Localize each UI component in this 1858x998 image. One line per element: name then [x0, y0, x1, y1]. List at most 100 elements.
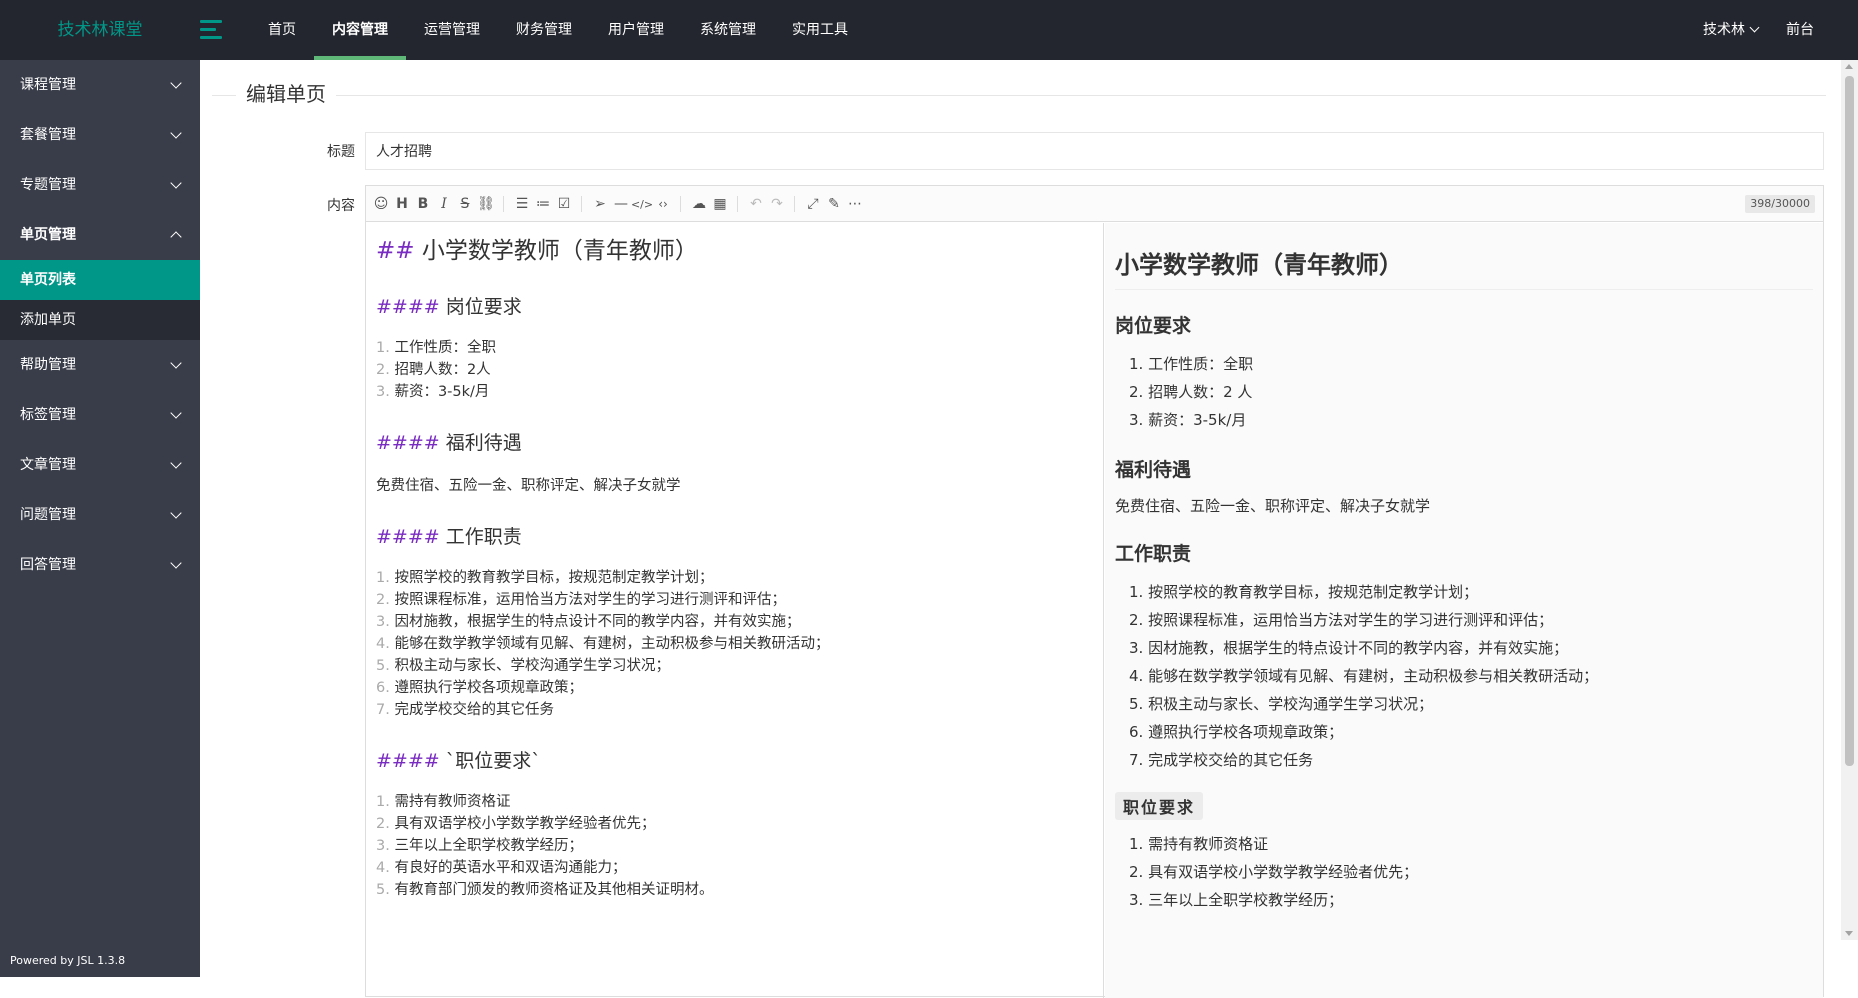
nav-home[interactable]: 首页 [250, 0, 314, 60]
scroll-down-icon[interactable] [1845, 931, 1853, 936]
list-item: 4. 有良好的英语水平和双语沟通能力； [376, 860, 627, 876]
quote-icon[interactable]: ➢ [590, 194, 610, 214]
hr-icon[interactable]: — [611, 194, 631, 214]
preview-subheading: 工作职责 [1115, 543, 1192, 565]
list-item: 5. 积极主动与家长、学校沟通学生学习状况； [376, 658, 670, 674]
bold-icon[interactable]: B [413, 194, 433, 214]
edit-icon[interactable]: ✎ [824, 194, 844, 214]
nav-system[interactable]: 系统管理 [682, 0, 774, 60]
table-icon[interactable]: ▦ [710, 194, 730, 214]
sidebar-item-label: 课程管理 [20, 77, 76, 93]
list-item: 3. 因材施教，根据学生的特点设计不同的教学内容，并有效实施； [1129, 639, 1569, 657]
brand-logo[interactable]: 技术林课堂 [0, 0, 200, 60]
nav-content[interactable]: 内容管理 [314, 0, 406, 60]
nav-operations[interactable]: 运营管理 [406, 0, 498, 60]
page-scrollbar[interactable] [1841, 60, 1858, 940]
code-icon[interactable]: </> [631, 194, 653, 214]
sidebar-item-pages[interactable]: 单页管理 [0, 210, 200, 260]
checklist-icon[interactable]: ☑ [554, 194, 574, 214]
chevron-down-icon [170, 177, 182, 189]
preview-inline-code: 职位要求 [1115, 792, 1204, 820]
user-name: 技术林 [1703, 22, 1745, 38]
list-item: 5. 有教育部门颁发的教师资格证及其他相关证明材。 [376, 882, 714, 898]
list-item: 6. 遵照执行学校各项规章政策； [1129, 723, 1344, 741]
scroll-thumb[interactable] [1845, 76, 1854, 766]
editor-source-pane[interactable]: ## 小学数学教师（青年教师） #### 岗位要求 1. 工作性质：全职 2. … [366, 223, 1104, 998]
sidebar-submenu-pages: 单页列表 添加单页 [0, 260, 200, 340]
source-heading: ## 小学数学教师（青年教师） [376, 238, 698, 264]
preview-subheading: 岗位要求 [1115, 315, 1192, 337]
sidebar-item-topics[interactable]: 专题管理 [0, 160, 200, 210]
chevron-down-icon [1749, 22, 1760, 33]
unordered-list-icon[interactable]: ☰ [512, 194, 532, 214]
toolbar-divider [794, 196, 795, 212]
chevron-up-icon [170, 231, 182, 243]
sidebar-item-label: 套餐管理 [20, 127, 76, 143]
sidebar-item-answers[interactable]: 回答管理 [0, 540, 200, 590]
preview-subheading: 福利待遇 [1115, 459, 1192, 481]
fullscreen-icon[interactable]: ⤢ [803, 194, 823, 214]
preview-heading: 小学数学教师（青年教师） [1115, 247, 1813, 290]
source-list: 1. 工作性质：全职 2. 招聘人数：2人 3. 薪资：3-5k/月 [376, 337, 1093, 403]
frontend-link[interactable]: 前台 [1772, 0, 1828, 60]
sidebar-item-label: 文章管理 [20, 457, 76, 473]
top-nav: 首页 内容管理 运营管理 财务管理 用户管理 系统管理 实用工具 [250, 0, 866, 60]
list-item: 7. 完成学校交给的其它任务 [376, 702, 554, 718]
sidebar-item-label: 单页管理 [20, 227, 76, 243]
sidebar-item-questions[interactable]: 问题管理 [0, 490, 200, 540]
toolbar-divider [680, 196, 681, 212]
nav-finance[interactable]: 财务管理 [498, 0, 590, 60]
legend-divider [212, 95, 1826, 96]
source-list: 1. 需持有教师资格证 2. 具有双语学校小学数学教学经验者优先； 3. 三年以… [376, 791, 1093, 901]
user-menu[interactable]: 技术林 [1689, 0, 1772, 60]
list-item: 2. 按照课程标准，运用恰当方法对学生的学习进行测评和评估； [1129, 611, 1554, 629]
chevron-down-icon [170, 357, 182, 369]
chevron-down-icon [170, 457, 182, 469]
chevron-down-icon [170, 557, 182, 569]
sidebar-item-help[interactable]: 帮助管理 [0, 340, 200, 390]
list-item: 2. 招聘人数：2人 [376, 362, 491, 378]
sidebar-subitem-add-page[interactable]: 添加单页 [0, 300, 200, 340]
list-item: 1. 工作性质：全职 [376, 340, 496, 356]
form-legend: 编辑单页 [212, 82, 1826, 106]
preview-list: 1. 按照学校的教育教学目标，按规范制定教学计划； 2. 按照课程标准，运用恰当… [1115, 578, 1813, 774]
nav-tools[interactable]: 实用工具 [774, 0, 866, 60]
emoji-icon[interactable]: ☺ [371, 194, 391, 214]
source-subheading: #### 福利待遇 [376, 432, 522, 454]
user-nav: 技术林 前台 [1689, 0, 1828, 60]
title-input[interactable] [365, 132, 1824, 170]
sidebar-item-articles[interactable]: 文章管理 [0, 440, 200, 490]
list-item: 3. 三年以上全职学校教学经历； [1129, 891, 1344, 909]
chevron-down-icon [170, 507, 182, 519]
strike-icon[interactable]: S [455, 194, 475, 214]
inline-code-icon[interactable]: ‹› [653, 194, 673, 214]
italic-icon[interactable]: I [434, 194, 454, 214]
chevron-down-icon [170, 127, 182, 139]
list-item: 3. 薪资：3-5k/月 [376, 384, 490, 400]
sidebar-item-label: 回答管理 [20, 557, 76, 573]
link-icon[interactable]: ⛓ [476, 194, 496, 214]
sidebar-item-label: 帮助管理 [20, 357, 76, 373]
ordered-list-icon[interactable]: ≔ [533, 194, 553, 214]
upload-icon[interactable]: ☁ [689, 194, 709, 214]
sidebar-item-courses[interactable]: 课程管理 [0, 60, 200, 110]
undo-icon[interactable]: ↶ [746, 194, 766, 214]
heading-icon[interactable]: H [392, 194, 412, 214]
redo-icon[interactable]: ↷ [767, 194, 787, 214]
list-item: 2. 具有双语学校小学数学教学经验者优先； [376, 816, 656, 832]
menu-toggle-icon[interactable] [200, 18, 224, 42]
list-item: 4. 能够在数学教学领域有见解、有建树，主动积极参与相关教研活动； [376, 636, 830, 652]
sidebar-subitem-page-list[interactable]: 单页列表 [0, 260, 200, 300]
list-item: 3. 因材施教，根据学生的特点设计不同的教学内容，并有效实施； [376, 614, 801, 630]
source-list: 1. 按照学校的教育教学目标，按规范制定教学计划； 2. 按照课程标准，运用恰当… [376, 567, 1093, 721]
nav-users[interactable]: 用户管理 [590, 0, 682, 60]
list-item: 1. 工作性质：全职 [1129, 355, 1254, 373]
title-label: 标题 [327, 144, 355, 160]
preview-list: 1. 需持有教师资格证 2. 具有双语学校小学数学教学经验者优先； 3. 三年以… [1115, 830, 1813, 914]
preview-list: 1. 工作性质：全职 2. 招聘人数：2 人 3. 薪资：3-5k/月 [1115, 350, 1813, 434]
editor-toolbar: ☺ H B I S ⛓ ☰ ≔ ☑ ➢ — </> ‹› ☁ ▦ ↶ ↷ ⤢ ✎… [366, 186, 1823, 222]
more-icon[interactable]: ⋯ [845, 194, 865, 214]
sidebar-item-tags[interactable]: 标签管理 [0, 390, 200, 440]
sidebar-item-packages[interactable]: 套餐管理 [0, 110, 200, 160]
scroll-up-icon[interactable] [1845, 64, 1853, 69]
